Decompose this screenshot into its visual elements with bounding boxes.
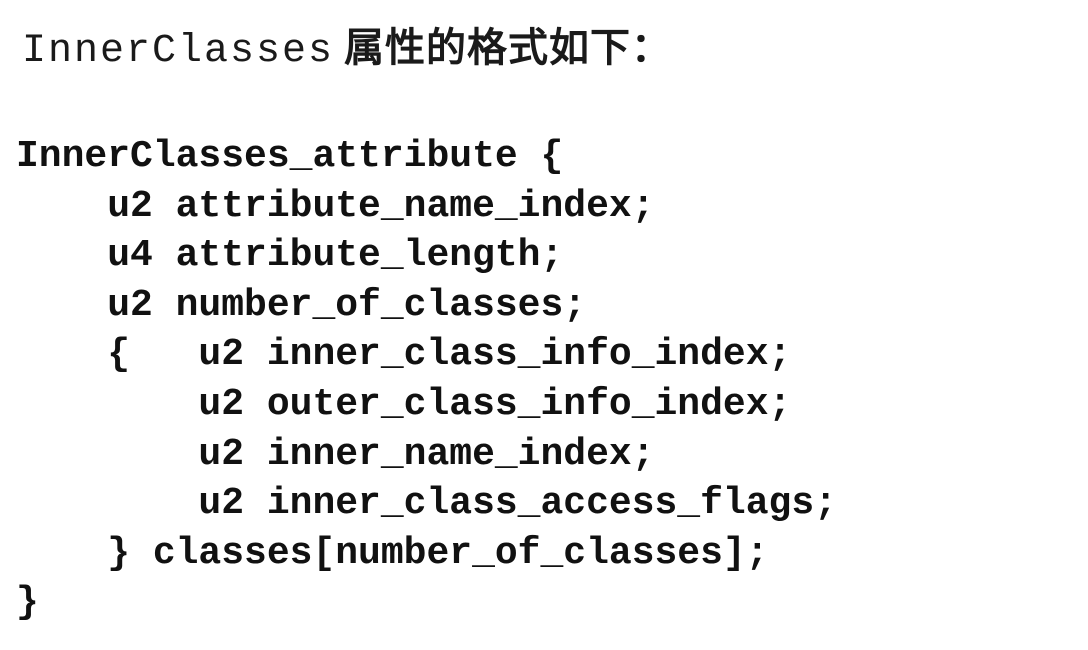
- code-line: u2 number_of_classes;: [16, 283, 587, 327]
- heading-code-term: InnerClasses: [22, 29, 335, 74]
- code-line: u2 inner_name_index;: [16, 432, 655, 476]
- code-line: } classes[number_of_classes];: [16, 531, 769, 575]
- code-block: InnerClasses_attribute { u2 attribute_na…: [16, 132, 837, 628]
- code-line: u2 attribute_name_index;: [16, 184, 655, 228]
- heading: InnerClasses 属性的格式如下：: [22, 18, 672, 82]
- heading-text: 属性的格式如下：: [344, 25, 673, 71]
- code-line: { u2 inner_class_info_index;: [16, 333, 792, 377]
- code-line: }: [16, 581, 39, 625]
- code-line: u4 attribute_length;: [16, 234, 564, 278]
- code-line: u2 inner_class_access_flags;: [16, 482, 837, 526]
- code-line: u2 outer_class_info_index;: [16, 382, 792, 426]
- code-line: InnerClasses_attribute {: [16, 135, 564, 178]
